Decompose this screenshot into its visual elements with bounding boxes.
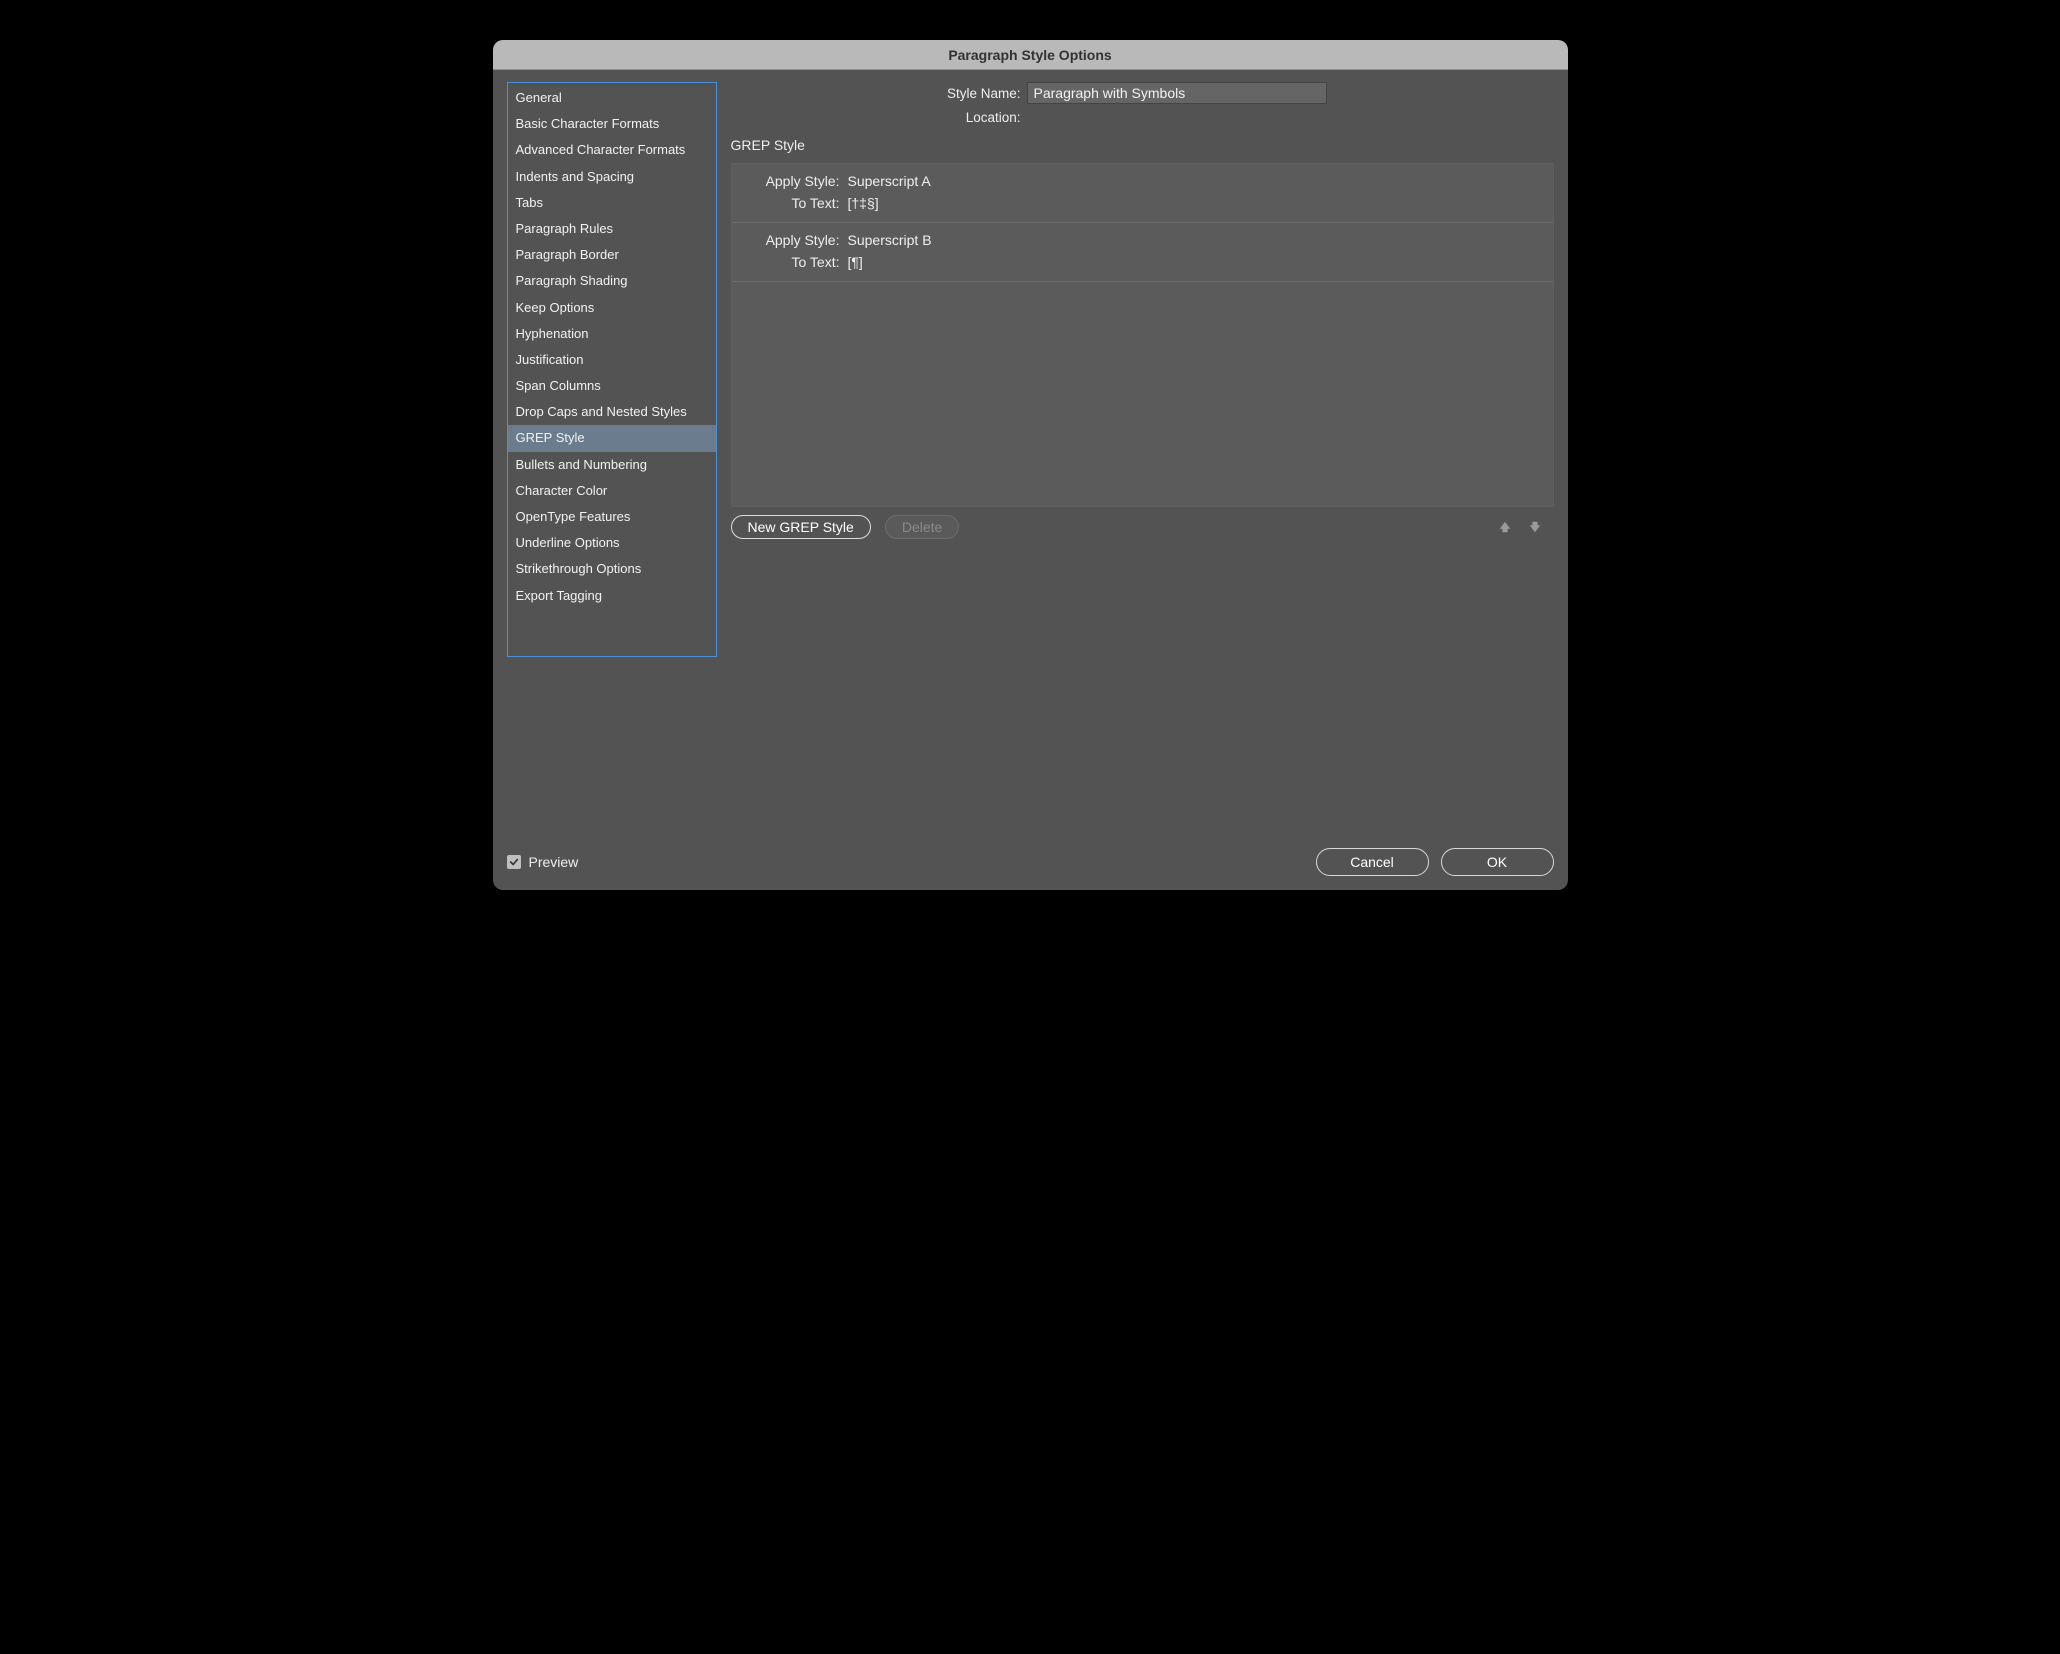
new-grep-style-button[interactable]: New GREP Style	[731, 515, 871, 539]
sidebar-item[interactable]: OpenType Features	[508, 504, 716, 530]
category-sidebar[interactable]: GeneralBasic Character FormatsAdvanced C…	[507, 82, 717, 657]
sidebar-item[interactable]: Justification	[508, 347, 716, 373]
sidebar-item[interactable]: Paragraph Rules	[508, 216, 716, 242]
paragraph-style-options-dialog: Paragraph Style Options GeneralBasic Cha…	[493, 40, 1568, 890]
sidebar-item[interactable]: Span Columns	[508, 373, 716, 399]
style-name-row: Style Name:	[731, 82, 1554, 104]
grep-style-list[interactable]: Apply Style:Superscript ATo Text:[†‡§]Ap…	[731, 163, 1554, 507]
sidebar-item[interactable]: Bullets and Numbering	[508, 452, 716, 478]
apply-style-value[interactable]: Superscript B	[848, 232, 932, 248]
sidebar-item[interactable]: Export Tagging	[508, 583, 716, 609]
grep-action-row: New GREP Style Delete	[731, 515, 1554, 539]
grep-entry[interactable]: Apply Style: Superscript A To Text: [†‡§]	[732, 164, 1553, 223]
to-text-label: To Text:	[732, 254, 840, 270]
dialog-title: Paragraph Style Options	[948, 47, 1111, 63]
dialog-footer: Preview Cancel OK	[507, 838, 1554, 876]
sidebar-item[interactable]: Strikethrough Options	[508, 556, 716, 582]
apply-style-label: Apply Style:	[732, 173, 840, 189]
sidebar-item[interactable]: Hyphenation	[508, 321, 716, 347]
sidebar-item[interactable]: Underline Options	[508, 530, 716, 556]
grep-apply-style-row: Apply Style: Superscript A	[732, 170, 1553, 192]
ok-button[interactable]: OK	[1441, 848, 1554, 876]
sidebar-item[interactable]: Drop Caps and Nested Styles	[508, 399, 716, 425]
style-name-input[interactable]	[1027, 82, 1327, 104]
grep-entry[interactable]: Apply Style: Superscript B To Text: [¶]	[732, 223, 1553, 282]
dialog-titlebar: Paragraph Style Options	[493, 40, 1568, 70]
sidebar-item[interactable]: Indents and Spacing	[508, 164, 716, 190]
sidebar-item[interactable]: GREP Style	[508, 425, 716, 451]
sidebar-item[interactable]: General	[508, 85, 716, 111]
grep-apply-style-row: Apply Style: Superscript B	[732, 229, 1553, 251]
sidebar-item[interactable]: Basic Character Formats	[508, 111, 716, 137]
main-header: Style Name: Location:	[731, 82, 1554, 125]
grep-to-text-row: To Text: [†‡§]	[732, 192, 1553, 214]
to-text-value[interactable]: [†‡§]	[848, 195, 879, 211]
style-name-label: Style Name:	[731, 86, 1021, 101]
apply-style-label: Apply Style:	[732, 232, 840, 248]
main-panel: Style Name: Location: GREP Style Apply S…	[731, 82, 1554, 838]
footer-buttons: Cancel OK	[1316, 848, 1554, 876]
preview-toggle[interactable]: Preview	[507, 854, 579, 870]
move-up-icon[interactable]	[1498, 520, 1512, 534]
location-label: Location:	[731, 110, 1021, 125]
reorder-arrows	[1498, 520, 1542, 534]
preview-checkbox[interactable]	[507, 855, 521, 869]
sidebar-item[interactable]: Character Color	[508, 478, 716, 504]
sidebar-item[interactable]: Paragraph Border	[508, 242, 716, 268]
to-text-value[interactable]: [¶]	[848, 254, 863, 270]
content-row: GeneralBasic Character FormatsAdvanced C…	[507, 82, 1554, 838]
cancel-button[interactable]: Cancel	[1316, 848, 1429, 876]
delete-button: Delete	[885, 515, 959, 539]
location-row: Location:	[731, 110, 1554, 125]
section-title: GREP Style	[731, 137, 1554, 153]
sidebar-item[interactable]: Paragraph Shading	[508, 268, 716, 294]
apply-style-value[interactable]: Superscript A	[848, 173, 931, 189]
sidebar-item[interactable]: Advanced Character Formats	[508, 137, 716, 163]
sidebar-item[interactable]: Tabs	[508, 190, 716, 216]
grep-to-text-row: To Text: [¶]	[732, 251, 1553, 273]
dialog-body: GeneralBasic Character FormatsAdvanced C…	[493, 70, 1568, 890]
preview-label: Preview	[529, 854, 579, 870]
sidebar-item[interactable]: Keep Options	[508, 295, 716, 321]
to-text-label: To Text:	[732, 195, 840, 211]
move-down-icon[interactable]	[1528, 520, 1542, 534]
